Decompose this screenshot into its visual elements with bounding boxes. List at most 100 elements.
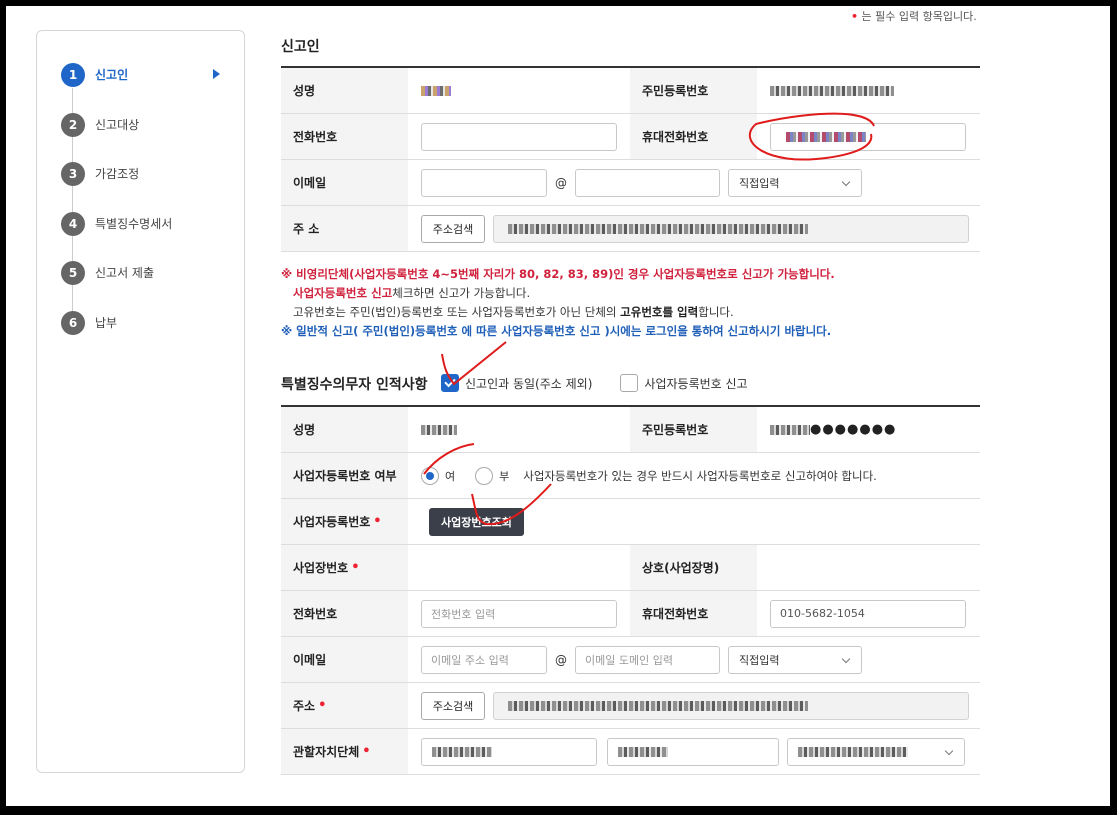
notice-line: 사업자등록번호 신고체크하면 신고가 가능합니다.: [293, 286, 531, 300]
address-label: 주 소: [281, 206, 408, 251]
at-sign: @: [555, 175, 567, 190]
step-number: 1: [61, 63, 85, 87]
caret-right-icon: [213, 69, 220, 79]
masked-value: [770, 424, 810, 435]
form-row: 사업장번호 • 상호(사업장명): [281, 545, 980, 591]
jurisdiction-select-2[interactable]: [607, 737, 779, 766]
email-label: 이메일: [281, 637, 408, 682]
masked-value: [421, 85, 451, 96]
mobile-label: 휴대전화번호: [630, 114, 757, 159]
email-domain-input[interactable]: 이메일 도메인 입력: [575, 645, 720, 674]
address-field[interactable]: [493, 691, 969, 720]
masked-value: [508, 700, 808, 711]
required-note: • 는 필수 입력 항목입니다.: [851, 10, 977, 23]
trade-name-label: 상호(사업장명): [630, 545, 757, 590]
email-label: 이메일: [281, 160, 408, 205]
step-number: 2: [61, 112, 85, 137]
form-row: 전화번호 휴대전화번호: [281, 114, 980, 160]
email-domain-select[interactable]: 직접입력: [728, 168, 862, 197]
step-item-adjustment[interactable]: 3 가감조정: [61, 162, 172, 212]
biz-no-report-checkbox[interactable]: 사업자등록번호 신고: [620, 374, 748, 392]
form-row: 사업자등록번호 • 사업장번호조회: [281, 499, 980, 545]
rrn-label: 주민등록번호: [630, 407, 757, 452]
biz-help-text: 사업자등록번호가 있는 경우 반드시 사업자등록번호로 신고하여야 합니다.: [523, 468, 877, 483]
withholder-section-title: 특별징수의무자 인적사항: [281, 377, 428, 393]
phone-input[interactable]: 전화번호 입력: [421, 599, 617, 628]
address-search-button[interactable]: 주소검색: [421, 214, 485, 243]
phone-input[interactable]: [421, 122, 617, 151]
address-label: 주소 •: [281, 683, 408, 728]
workplace-no-value: [408, 545, 630, 590]
workplace-lookup-button[interactable]: 사업장번호조회: [429, 507, 524, 536]
form-row: 주 소 주소검색: [281, 206, 980, 252]
step-item-target[interactable]: 2 신고대상: [61, 112, 172, 163]
step-label: 신고인: [95, 68, 129, 82]
radio-selected-icon: [421, 466, 439, 485]
reporter-section-title: 신고인: [281, 39, 320, 55]
withholder-form: 성명 주민등록번호 ●●●●●●● 사업자등록번호 여부 여 부 사업자등록번호: [281, 405, 980, 775]
step-sidebar: 1 신고인 2 신고대상 3 가감조정 4 특별징수명세서 5 신고서 제출 6: [36, 30, 245, 773]
form-row: 이메일 이메일 주소 입력 @ 이메일 도메인 입력 직접입력: [281, 637, 980, 683]
step-list: 1 신고인 2 신고대상 3 가감조정 4 특별징수명세서 5 신고서 제출 6: [61, 63, 220, 361]
phone-label: 전화번호: [281, 114, 408, 159]
required-dot-icon: •: [351, 560, 360, 575]
rrn-value: [757, 68, 979, 113]
email-domain-select[interactable]: 직접입력: [728, 645, 862, 674]
biz-yn-label: 사업자등록번호 여부: [281, 453, 408, 498]
notice-line: 고유번호는 주민(법인)등록번호 또는 사업자등록번호가 아닌 단체의 고유번호…: [293, 305, 734, 319]
step-label: 신고서 제출: [95, 266, 155, 281]
notice-block: ※ 비영리단체(사업자등록번호 4~5번째 자리가 80, 82, 83, 89…: [281, 265, 835, 341]
form-row: 이메일 @ 직접입력: [281, 160, 980, 206]
form-row: 성명 주민등록번호 ●●●●●●●: [281, 407, 980, 453]
email-id-input[interactable]: [421, 168, 547, 197]
form-row: 전화번호 전화번호 입력 휴대전화번호 010-5682-1054: [281, 591, 980, 637]
address-field[interactable]: [493, 214, 969, 243]
step-item-reporter[interactable]: 1 신고인: [61, 63, 220, 113]
form-row: 주소 • 주소검색: [281, 683, 980, 729]
name-value: [408, 407, 630, 452]
at-sign: @: [555, 652, 567, 667]
email-domain-input[interactable]: [575, 168, 720, 197]
required-dot-icon: •: [373, 514, 382, 529]
jurisdiction-label: 관할자치단체 •: [281, 729, 408, 774]
required-dot-icon: •: [851, 10, 859, 23]
biz-yes-radio[interactable]: 여: [421, 466, 455, 485]
form-row: 관할자치단체 •: [281, 729, 980, 775]
trade-name-value: [757, 545, 979, 590]
step-item-statement[interactable]: 4 특별징수명세서: [61, 211, 173, 262]
step-label: 특별징수명세서: [95, 216, 173, 231]
reporter-form: 성명 주민등록번호 전화번호 휴대전화번호 이메일 @ 직접입력 주 소 주소검…: [281, 66, 980, 252]
mobile-input[interactable]: 010-5682-1054: [770, 599, 966, 628]
mobile-label: 휴대전화번호: [630, 591, 757, 636]
address-search-button[interactable]: 주소검색: [421, 691, 485, 720]
step-item-payment[interactable]: 6 납부: [61, 310, 172, 361]
step-number: 3: [61, 162, 85, 187]
workplace-no-label: 사업장번호 •: [281, 545, 408, 590]
step-label: 가감조정: [95, 167, 140, 182]
name-label: 성명: [281, 68, 408, 113]
name-value: [408, 68, 630, 113]
withholder-options: 신고인과 동일(주소 제외) 사업자등록번호 신고: [441, 374, 748, 392]
radio-icon: [475, 466, 494, 485]
phone-label: 전화번호: [281, 591, 408, 636]
jurisdiction-select-3[interactable]: [787, 737, 965, 766]
same-as-reporter-checkbox[interactable]: 신고인과 동일(주소 제외): [441, 374, 592, 392]
rrn-label: 주민등록번호: [630, 68, 757, 113]
step-item-submit[interactable]: 5 신고서 제출: [61, 261, 172, 311]
masked-value: [786, 131, 866, 142]
chevron-down-icon: [841, 654, 851, 663]
email-id-input[interactable]: 이메일 주소 입력: [421, 645, 547, 674]
rrn-value: ●●●●●●●: [757, 407, 979, 452]
form-row: 성명 주민등록번호: [281, 68, 980, 114]
required-dot-icon: •: [318, 698, 327, 713]
chevron-down-icon: [841, 177, 851, 186]
masked-value: [508, 223, 808, 234]
step-number: 5: [61, 261, 85, 286]
masked-value: [770, 85, 894, 96]
app-window: • 는 필수 입력 항목입니다. 1 신고인 2 신고대상 3 가감조정 4 특…: [6, 6, 1110, 806]
mobile-input[interactable]: [770, 122, 966, 151]
required-dot-icon: •: [362, 744, 371, 759]
jurisdiction-select-1[interactable]: [421, 737, 597, 766]
biz-no-radio[interactable]: 부: [475, 466, 509, 485]
masked-value: [798, 746, 908, 757]
